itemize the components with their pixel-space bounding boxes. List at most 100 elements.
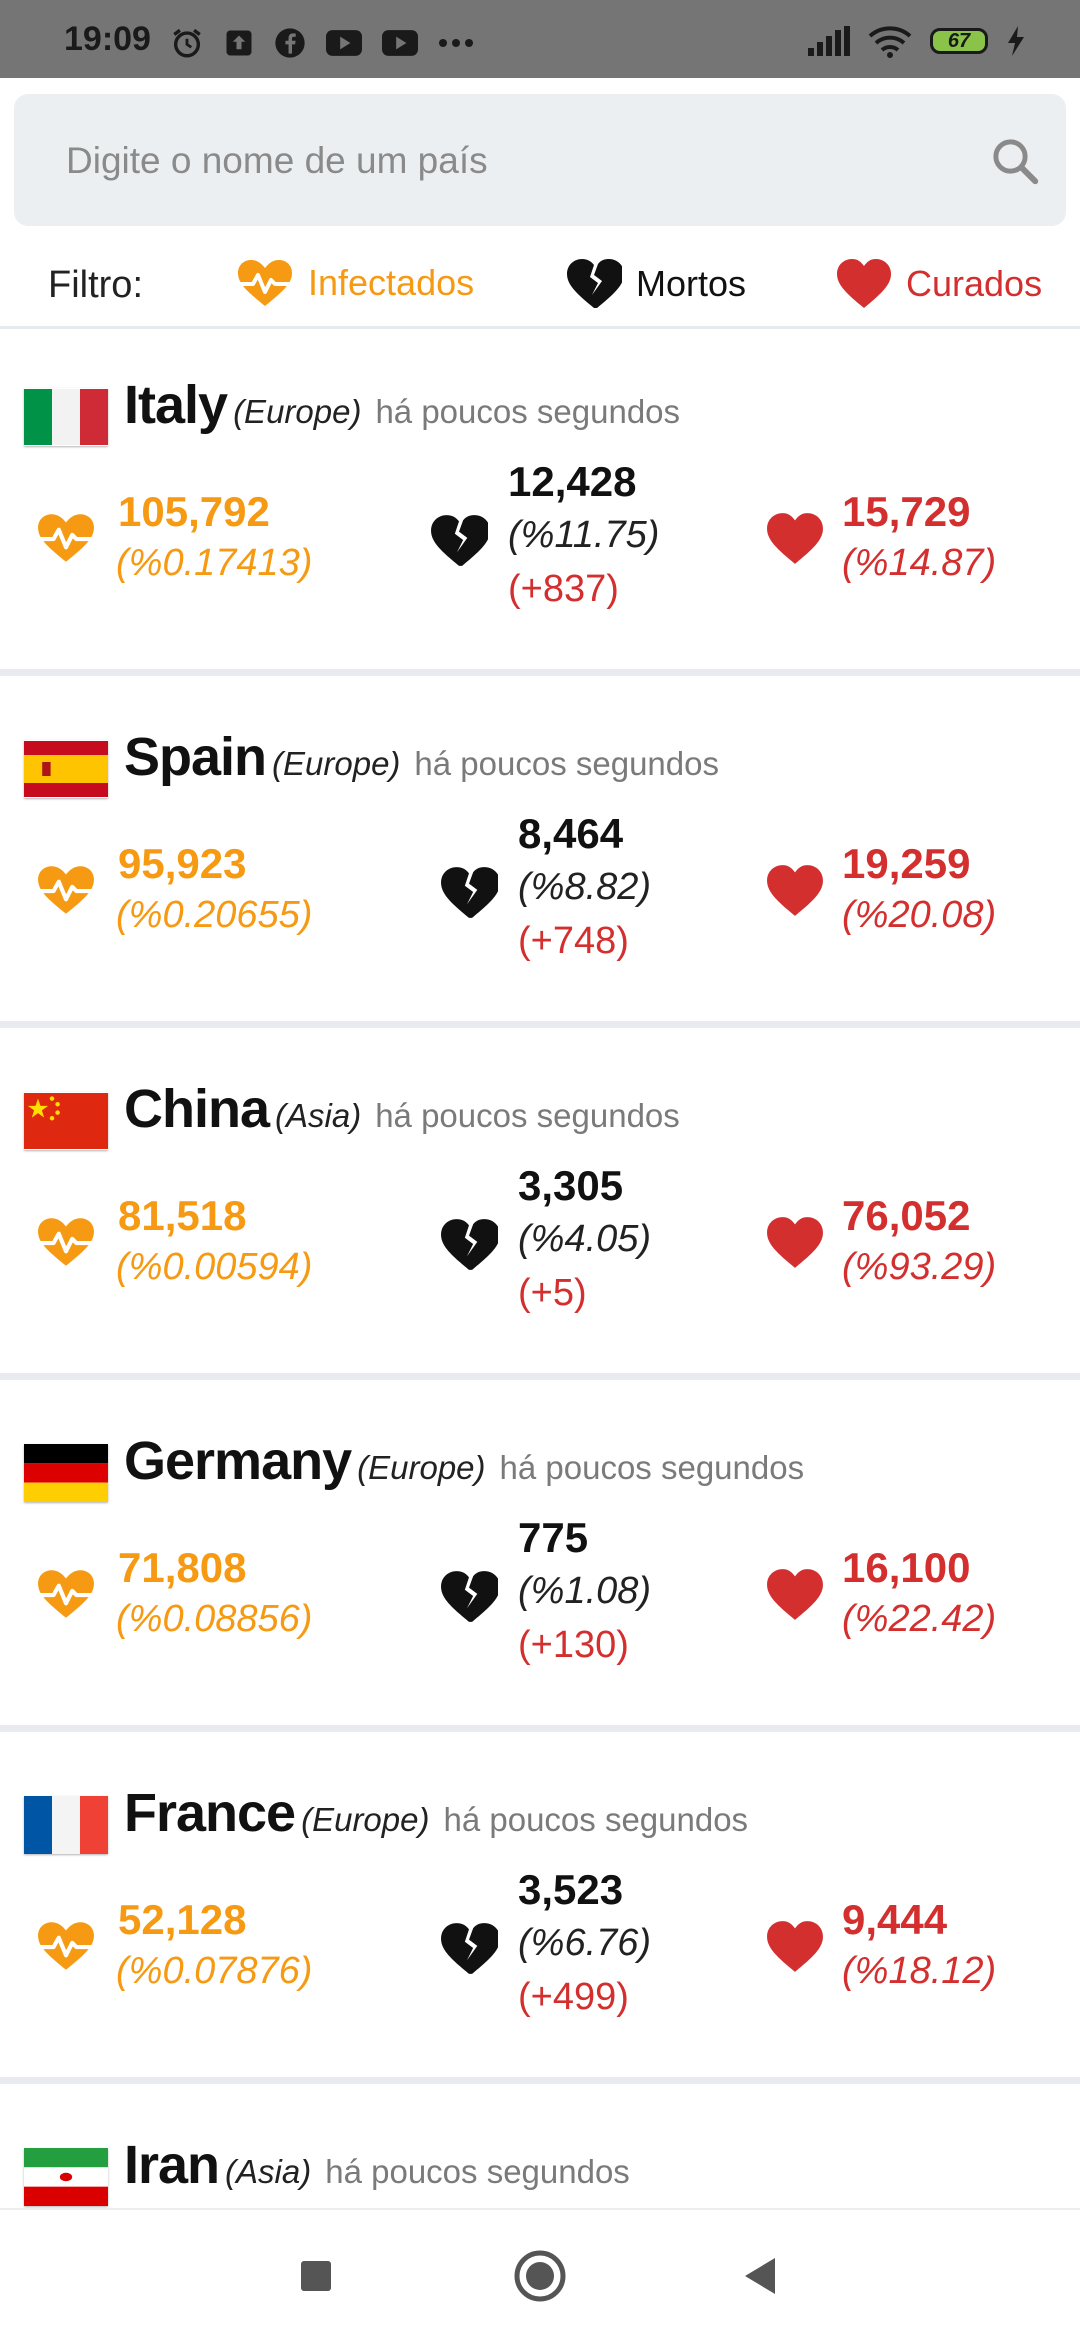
continent: (Europe) bbox=[357, 1449, 486, 1486]
filter-infected-label: Infectados bbox=[308, 262, 475, 303]
more-notifications-icon bbox=[439, 39, 473, 47]
card-header: Germany (Europe) há poucos segundos bbox=[124, 1430, 804, 1492]
updated-time: há poucos segundos bbox=[325, 2153, 630, 2190]
cured-count: 19,259 bbox=[842, 840, 971, 887]
home-button[interactable] bbox=[480, 2210, 600, 2342]
country-card-china[interactable]: China (Asia) há poucos segundos 81,518 (… bbox=[0, 1036, 1080, 1380]
battery-indicator: 67 bbox=[930, 28, 988, 54]
infected-count: 95,923 bbox=[118, 840, 247, 887]
country-card-spain[interactable]: Spain (Europe) há poucos segundos 95,923… bbox=[0, 684, 1080, 1028]
navigation-bar bbox=[0, 2208, 1080, 2342]
recent-apps-button[interactable] bbox=[256, 2210, 376, 2342]
cured-count: 9,444 bbox=[842, 1896, 948, 1943]
heart-icon bbox=[837, 259, 891, 308]
deaths-percent: (%8.82) bbox=[518, 866, 652, 908]
flag-iran bbox=[24, 2148, 108, 2206]
country-name: China bbox=[124, 1079, 270, 1139]
cured-count: 16,100 bbox=[842, 1544, 971, 1591]
system-icons: 67 bbox=[808, 24, 1026, 58]
divider bbox=[0, 326, 1080, 329]
infected-percent: (%0.07876) bbox=[116, 1950, 313, 1992]
card-header: China (Asia) há poucos segundos bbox=[124, 1078, 680, 1140]
signal-icon bbox=[808, 26, 850, 56]
infected-count: 71,808 bbox=[118, 1544, 247, 1591]
circle-icon bbox=[514, 2250, 566, 2302]
deaths-percent: (%6.76) bbox=[518, 1922, 652, 1964]
search-icon[interactable] bbox=[988, 134, 1042, 188]
broken-heart-icon bbox=[441, 1571, 498, 1622]
country-card-germany[interactable]: Germany (Europe) há poucos segundos 71,8… bbox=[0, 1388, 1080, 1732]
infected-count: 52,128 bbox=[118, 1896, 247, 1943]
deaths-count: 775 bbox=[518, 1514, 589, 1561]
country-card-iran[interactable]: Iran (Asia) há poucos segundos bbox=[0, 2092, 1080, 2212]
cured-percent: (%93.29) bbox=[842, 1246, 997, 1288]
flag-spain bbox=[24, 740, 108, 798]
search-bar[interactable] bbox=[14, 94, 1066, 228]
cured-percent: (%20.08) bbox=[842, 894, 997, 936]
continent: (Asia) bbox=[225, 2153, 312, 2190]
heartbeat-icon bbox=[36, 1570, 96, 1618]
deaths-count: 8,464 bbox=[518, 810, 624, 857]
country-card-france[interactable]: France (Europe) há poucos segundos 52,12… bbox=[0, 1740, 1080, 2084]
filter-row: Filtro: Infectados Mortos Curados bbox=[0, 250, 1080, 322]
infected-count: 81,518 bbox=[118, 1192, 247, 1239]
filter-dead[interactable]: Mortos bbox=[566, 258, 746, 310]
alarm-icon bbox=[173, 28, 201, 58]
deaths-new: (+5) bbox=[518, 1272, 587, 1314]
deaths-new: (+499) bbox=[518, 1976, 629, 2018]
country-name: France bbox=[124, 1783, 296, 1843]
wifi-icon bbox=[868, 26, 912, 58]
notification-icons bbox=[170, 26, 474, 60]
infected-percent: (%0.00594) bbox=[116, 1246, 313, 1288]
heartbeat-icon bbox=[36, 1218, 96, 1266]
continent: (Europe) bbox=[301, 1801, 430, 1838]
card-header: France (Europe) há poucos segundos bbox=[124, 1782, 748, 1844]
heartbeat-icon bbox=[36, 1922, 96, 1970]
country-name: Germany bbox=[124, 1431, 352, 1491]
card-divider bbox=[0, 1021, 1080, 1028]
broken-heart-icon bbox=[431, 515, 488, 566]
heart-icon bbox=[767, 865, 823, 916]
country-name: Iran bbox=[124, 2135, 220, 2195]
back-button[interactable] bbox=[700, 2210, 820, 2342]
filter-infected[interactable]: Infectados bbox=[236, 258, 474, 308]
infected-percent: (%0.20655) bbox=[116, 894, 313, 936]
updated-time: há poucos segundos bbox=[375, 393, 681, 430]
cured-count: 76,052 bbox=[842, 1192, 971, 1239]
continent: (Europe) bbox=[272, 745, 401, 782]
cured-percent: (%14.87) bbox=[842, 542, 997, 584]
flag-italy bbox=[24, 388, 108, 446]
deaths-percent: (%4.05) bbox=[518, 1218, 652, 1260]
status-time: 19:09 bbox=[64, 20, 151, 58]
heart-icon bbox=[767, 513, 823, 564]
card-divider bbox=[0, 1373, 1080, 1380]
heart-icon bbox=[767, 1569, 823, 1620]
deaths-percent: (%1.08) bbox=[518, 1570, 652, 1612]
updated-time: há poucos segundos bbox=[414, 745, 719, 782]
charging-icon bbox=[1008, 26, 1024, 56]
infected-percent: (%0.08856) bbox=[116, 1598, 313, 1640]
back-triangle-icon bbox=[745, 2258, 775, 2294]
country-card-italy[interactable]: Italy (Europe) há poucos segundos 105,79… bbox=[0, 332, 1080, 676]
heartbeat-icon bbox=[236, 260, 294, 306]
broken-heart-icon bbox=[441, 1923, 498, 1974]
card-header: Spain (Europe) há poucos segundos bbox=[124, 726, 719, 788]
card-divider bbox=[0, 669, 1080, 676]
heart-icon bbox=[767, 1921, 823, 1972]
deaths-count: 12,428 bbox=[508, 458, 637, 505]
updated-time: há poucos segundos bbox=[499, 1449, 805, 1486]
filter-cured[interactable]: Curados bbox=[836, 258, 1042, 310]
deaths-count: 3,523 bbox=[518, 1866, 624, 1913]
broken-heart-icon bbox=[441, 867, 498, 918]
filter-dead-label: Mortos bbox=[636, 263, 747, 304]
deaths-new: (+837) bbox=[508, 568, 619, 610]
card-divider bbox=[0, 1725, 1080, 1732]
square-icon bbox=[301, 2261, 331, 2291]
flag-france bbox=[24, 1796, 108, 1854]
upload-icon bbox=[226, 30, 252, 56]
updated-time: há poucos segundos bbox=[443, 1801, 749, 1838]
search-input[interactable] bbox=[64, 94, 968, 228]
youtube-icon bbox=[382, 30, 418, 56]
flag-china bbox=[24, 1092, 108, 1150]
filter-cured-label: Curados bbox=[906, 263, 1043, 304]
